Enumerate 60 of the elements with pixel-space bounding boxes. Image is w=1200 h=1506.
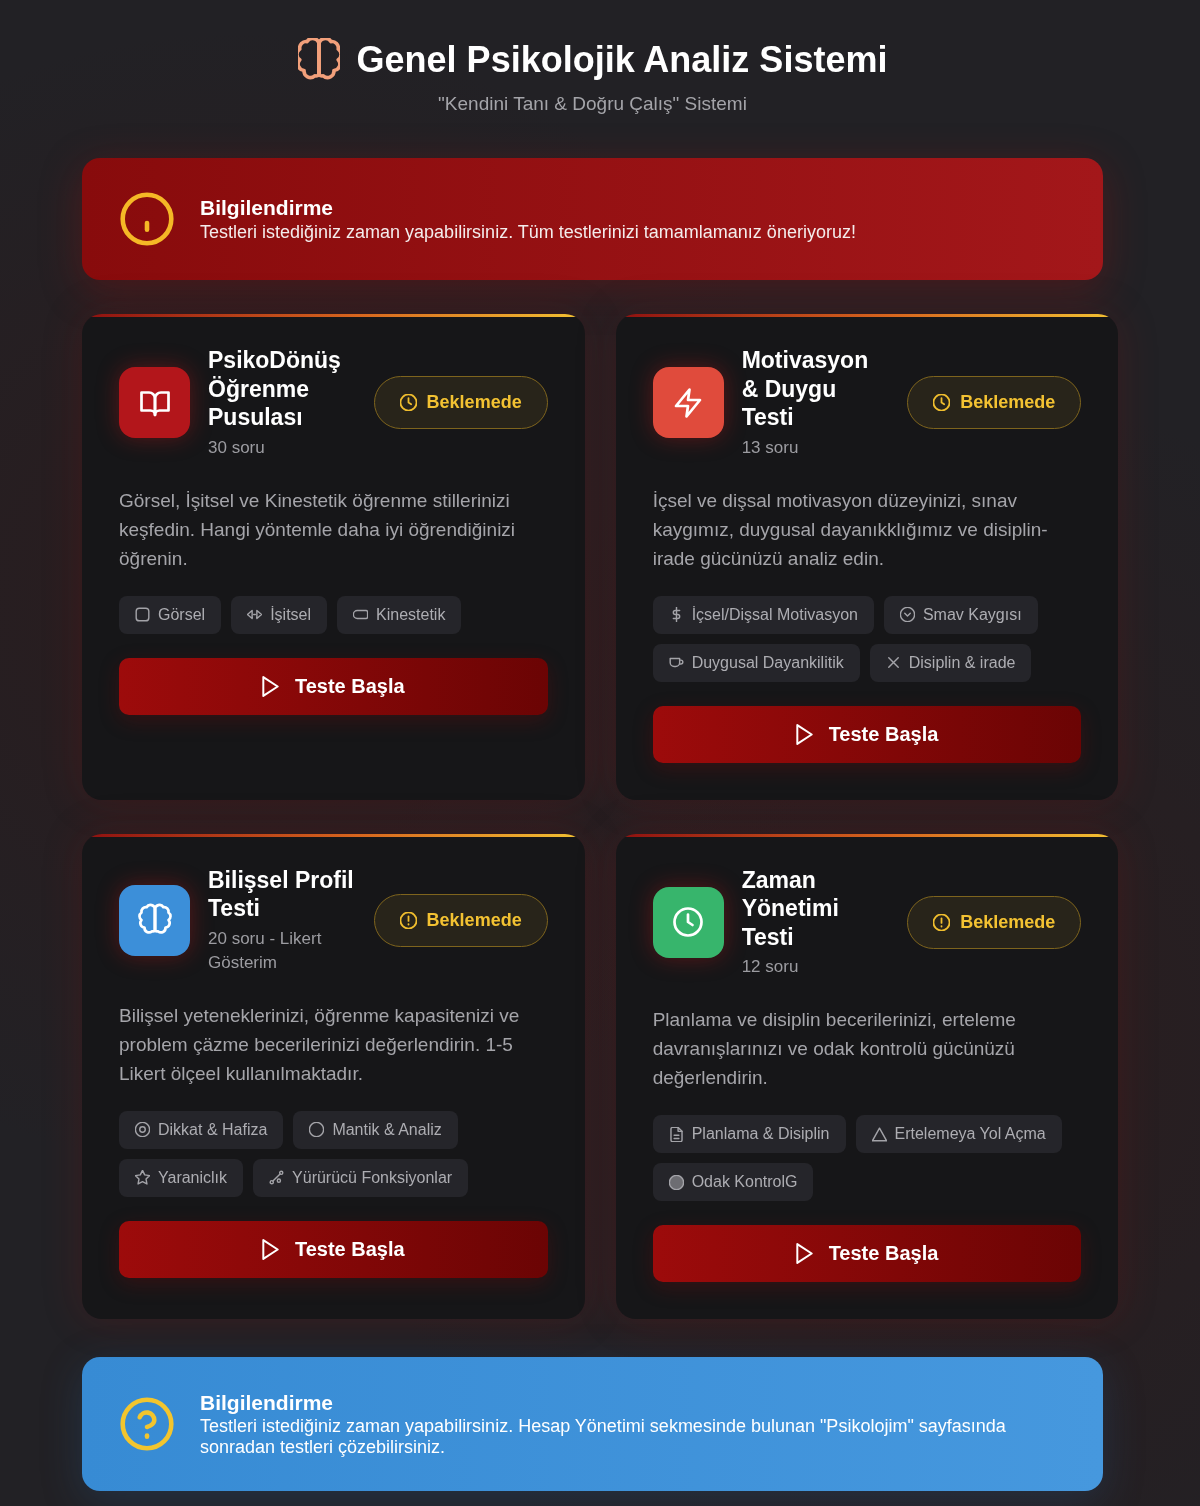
tag-label: Disiplin & irade xyxy=(908,653,1016,672)
test-description: Görsel, İşitsel ve Kinestetik öğrenme stillerinizi keşfedin. Hangi yöntemle daha iyi öğrendiğinizi öğrenin. xyxy=(119,488,517,571)
nodes-icon xyxy=(269,1170,285,1185)
tag-label: Odak KontrolG xyxy=(691,1173,798,1191)
play-icon xyxy=(795,1243,813,1264)
start-test-button[interactable]: Teste Başla xyxy=(652,705,1082,763)
tag-label: Kinestetik xyxy=(376,605,446,624)
brain-icon xyxy=(297,38,340,82)
test-description: İçsel ve dişsal motivasyon düzeyinizi, sınav kaygımız, duygusal dayanıkklığımız ve disiplin-irade gücünüzü analiz edin. xyxy=(652,488,1049,571)
tag-label: Duygusal Dayankilitik xyxy=(691,653,844,672)
question-count: 20 soru - Likert Gösterim xyxy=(208,927,323,974)
tag-label: İçsel/Dişsal Motivasyon xyxy=(691,605,858,624)
banner-text: Testleri istediğiniz zaman yapabilirsiniz. Hesap Yönetimi sekmesinde bulunan "Psikolojim" sayfasında sonradan testleri çözebilirsiniz. xyxy=(200,1416,1007,1458)
circle-check-icon xyxy=(899,607,915,622)
target-icon xyxy=(135,1122,150,1137)
tag-label: Smav Kaygısı xyxy=(922,605,1022,624)
tag-label: İşitsel xyxy=(270,605,312,624)
alert-circle-icon xyxy=(120,192,174,246)
clock-icon xyxy=(933,394,951,412)
test-title: PsikoDönüş Öğrenme Pusulası xyxy=(208,346,342,432)
tag-label: Dikkat & Hafiza xyxy=(158,1120,268,1139)
arrows-icon xyxy=(247,607,263,622)
status-label: Beklemede xyxy=(960,392,1056,414)
start-test-button[interactable]: Teste Başla xyxy=(119,1220,548,1278)
play-icon xyxy=(795,723,813,745)
test-title: Zaman Yönetimi Testi xyxy=(741,865,840,951)
square-icon xyxy=(135,607,150,622)
x-icon xyxy=(885,655,901,670)
tag-label: Planlama & Disiplin xyxy=(691,1125,830,1143)
banner-text: Testleri istediğiniz zaman yapabilirsiniz. Tüm testlerinizi tamamlamanız öneriyoruz! xyxy=(200,221,856,243)
start-test-button[interactable]: Teste Başla xyxy=(652,1225,1082,1282)
banner-title: Bilgilendirme xyxy=(200,1390,335,1416)
pill-icon xyxy=(353,607,369,622)
status-label: Beklemede xyxy=(426,392,522,414)
tag-label: Yaraniclık xyxy=(158,1168,228,1187)
tag-label: Yürürücü Fonksiyonlar xyxy=(292,1168,453,1187)
status-label: Beklemede xyxy=(426,909,522,931)
cup-icon xyxy=(668,655,684,670)
question-count: 13 soru xyxy=(741,436,800,459)
document-icon xyxy=(668,1126,684,1142)
page-subtitle: "Kendini Tanı & Doğru Çalış" Sistemi xyxy=(438,92,747,116)
start-test-button[interactable]: Teste Başla xyxy=(119,657,548,715)
play-icon xyxy=(262,1238,279,1260)
status-label: Beklemede xyxy=(960,911,1056,933)
question-icon xyxy=(120,1397,174,1451)
test-description: Bilişsel yeteneklerinizi, öğrenme kapasitenizi ve problem çäzme becerilerinizi değerlendirin. 1-5 Likert ölçeel kullanılmaktadır. xyxy=(119,1003,521,1086)
banner-title: Bilgilendirme xyxy=(200,195,335,221)
test-title: Motivasyon & Duygu Testi xyxy=(741,346,870,432)
test-description: Planlama ve disiplin becerilerinizi, erteleme davranışlarınızı ve odak kontrolü gücünüzü değerlendirin. xyxy=(652,1008,1017,1090)
play-icon xyxy=(262,675,279,697)
question-count: 12 soru xyxy=(741,956,800,978)
clock-icon xyxy=(399,394,417,412)
test-title: Bilişsel Profil Testi xyxy=(208,865,355,923)
star-icon xyxy=(135,1170,150,1185)
page-title: Genel Psikolojik Analiz Sistemi xyxy=(356,38,888,82)
tag-label: Ertelemeya Yol Açma xyxy=(894,1125,1046,1143)
tag-label: Görsel xyxy=(158,605,206,624)
triangle-icon xyxy=(871,1126,887,1142)
tag-label: Mantik & Analiz xyxy=(332,1120,442,1139)
question-count: 30 soru xyxy=(208,436,266,459)
